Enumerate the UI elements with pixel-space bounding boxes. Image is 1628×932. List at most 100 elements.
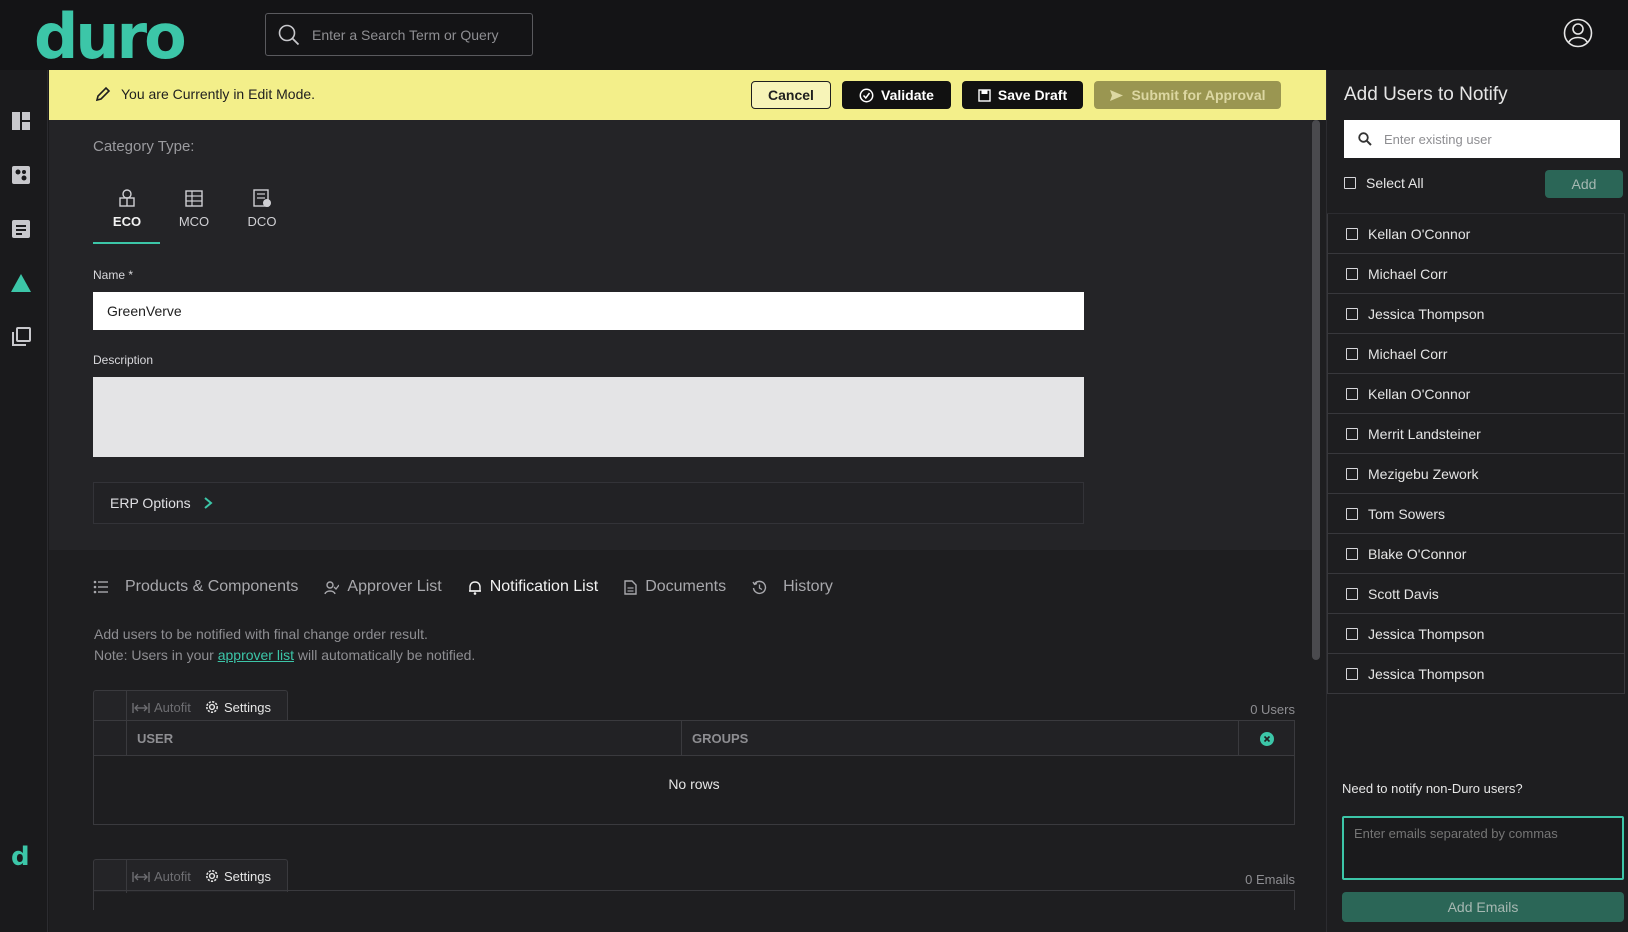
user-name: Blake O'Connor (1368, 545, 1467, 562)
user-name: Jessica Thompson (1368, 625, 1485, 642)
user-name: Scott Davis (1368, 585, 1439, 602)
duro-logo[interactable]: duro (34, 6, 187, 68)
user-avatar-icon[interactable] (1563, 18, 1593, 48)
search-icon (278, 24, 300, 45)
change-order-tabs: Products & Components Approver List Noti… (93, 574, 859, 600)
user-row[interactable]: Jessica Thompson (1327, 294, 1625, 334)
tab-eco[interactable]: ECO (95, 188, 159, 229)
emails-field[interactable] (1342, 816, 1624, 880)
users-count-row: 0 Users (93, 702, 1295, 718)
tab-products-components-label: Products & Components (125, 578, 299, 595)
non-duro-users-label: Need to notify non-Duro users? (1342, 781, 1523, 796)
main-scrollbar[interactable] (1312, 120, 1320, 660)
user-row[interactable]: Kellan O'Connor (1327, 214, 1625, 254)
checkbox[interactable] (1346, 627, 1358, 640)
top-bar (0, 0, 1628, 70)
tab-mco[interactable]: MCO (162, 188, 226, 229)
users-grid-header: USER GROUPS (94, 721, 1294, 756)
user-row[interactable]: Tom Sowers (1327, 494, 1625, 534)
erp-options-label: ERP Options (110, 495, 191, 511)
tab-products-components[interactable]: Products & Components (93, 578, 298, 596)
validate-icon (859, 88, 874, 102)
checkbox[interactable] (1346, 547, 1358, 560)
notification-info-line2: Note: Users in your approver list will a… (94, 645, 475, 666)
clear-column-cell (1238, 721, 1294, 756)
user-name: Michael Corr (1368, 265, 1448, 282)
description-field[interactable] (93, 377, 1084, 457)
tab-history[interactable]: History (752, 578, 833, 596)
column-header-user[interactable]: USER (126, 721, 681, 756)
user-name: Michael Corr (1368, 345, 1448, 362)
approver-list-link[interactable]: approver list (218, 647, 294, 663)
checkbox[interactable] (1344, 177, 1356, 189)
user-name: Kellan O'Connor (1368, 385, 1471, 402)
components-icon[interactable] (10, 164, 32, 186)
checkbox[interactable] (1346, 427, 1358, 440)
clear-icon[interactable] (1259, 731, 1275, 747)
tab-documents[interactable]: Documents (624, 578, 726, 596)
add-users-button[interactable]: Add (1545, 170, 1623, 198)
emails-count-row: 0 Emails (93, 872, 1295, 888)
user-name: Jessica Thompson (1368, 305, 1485, 322)
checkbox[interactable] (1346, 387, 1358, 400)
user-row[interactable]: Blake O'Connor (1327, 534, 1625, 574)
user-search-input[interactable]: Enter existing user (1344, 120, 1620, 158)
list-icon (93, 580, 108, 594)
save-draft-button[interactable]: Save Draft (962, 81, 1083, 109)
change-orders-icon[interactable] (10, 272, 32, 294)
checkbox[interactable] (1346, 307, 1358, 320)
user-row[interactable]: Mezigebu Zework (1327, 454, 1625, 494)
save-icon (978, 88, 991, 102)
dashboard-icon[interactable] (10, 110, 32, 132)
bell-icon (468, 580, 481, 595)
panel-title: Add Users to Notify (1344, 84, 1508, 105)
pencil-icon (95, 86, 111, 102)
user-row[interactable]: Kellan O'Connor (1327, 374, 1625, 414)
send-icon (1110, 89, 1124, 101)
save-draft-label: Save Draft (997, 87, 1068, 103)
checkbox[interactable] (1346, 587, 1358, 600)
tab-dco-label: DCO (247, 214, 277, 229)
erp-options-toggle[interactable]: ERP Options (93, 482, 1084, 524)
cancel-label: Cancel (768, 87, 814, 103)
tab-dco[interactable]: DCO (230, 188, 294, 229)
user-row[interactable]: Merrit Landsteiner (1327, 414, 1625, 454)
user-row[interactable]: Scott Davis (1327, 574, 1625, 614)
checkbox[interactable] (1346, 347, 1358, 360)
submit-for-approval-button[interactable]: Submit for Approval (1094, 81, 1281, 109)
user-row[interactable]: Michael Corr (1327, 334, 1625, 374)
name-field[interactable] (93, 292, 1084, 330)
tab-history-label: History (783, 578, 833, 595)
user-row[interactable]: Michael Corr (1327, 254, 1625, 294)
validate-button[interactable]: Validate (842, 81, 951, 109)
checkbox[interactable] (1346, 667, 1358, 680)
dco-icon (253, 189, 271, 207)
description-label: Description (93, 353, 154, 367)
library-icon[interactable] (10, 326, 32, 348)
tab-notification-list[interactable]: Notification List (468, 578, 598, 596)
edit-mode-text: You are Currently in Edit Mode. (121, 86, 316, 102)
add-emails-button[interactable]: Add Emails (1342, 892, 1624, 922)
checkbox[interactable] (1346, 267, 1358, 280)
cancel-button[interactable]: Cancel (751, 81, 831, 109)
user-name: Merrit Landsteiner (1368, 425, 1481, 442)
tab-documents-label: Documents (645, 578, 727, 595)
tab-approver-list[interactable]: Approver List (324, 578, 442, 596)
checkbox[interactable] (1346, 467, 1358, 480)
mco-icon (185, 190, 203, 207)
checkbox[interactable] (1346, 507, 1358, 520)
user-row[interactable]: Jessica Thompson (1327, 614, 1625, 654)
column-header-groups[interactable]: GROUPS (681, 721, 1238, 756)
global-search-input[interactable]: Enter a Search Term or Query (265, 13, 533, 56)
notification-info-line1: Add users to be notified with final chan… (94, 626, 428, 642)
tab-eco-label: ECO (112, 214, 142, 229)
products-icon[interactable] (10, 218, 32, 240)
notification-info: Add users to be notified with final chan… (94, 624, 475, 666)
user-name: Mezigebu Zework (1368, 465, 1479, 482)
history-icon (752, 580, 767, 594)
checkbox[interactable] (1346, 227, 1358, 240)
user-row[interactable]: Jessica Thompson (1327, 654, 1625, 694)
note-suffix: will automatically be notified. (293, 647, 476, 663)
select-all-checkbox[interactable]: Select All (1344, 175, 1424, 191)
document-icon (624, 579, 637, 595)
